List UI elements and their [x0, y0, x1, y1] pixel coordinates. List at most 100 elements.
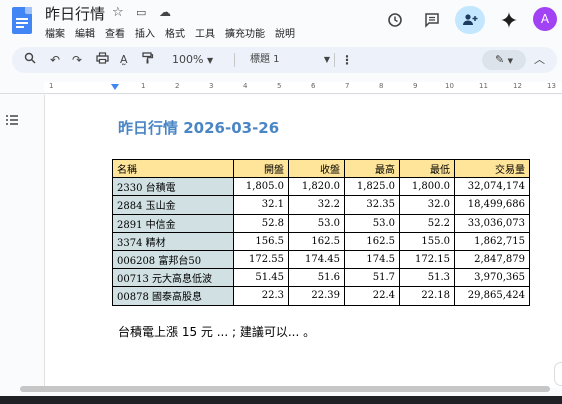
- table-cell[interactable]: 29,865,424: [454, 286, 530, 306]
- ruler-label: 1: [141, 82, 146, 90]
- menu-insert[interactable]: 插入: [135, 25, 155, 40]
- table-cell[interactable]: 32.0: [399, 195, 455, 215]
- body-paragraph[interactable]: 台積電上漲 15 元 ... ; 建議可以... 。: [118, 323, 315, 340]
- table-cell[interactable]: 172.15: [399, 249, 455, 270]
- table-cell[interactable]: 22.4: [344, 286, 400, 306]
- table-cell[interactable]: 32.1: [233, 195, 289, 215]
- ruler-label: 12: [513, 82, 522, 90]
- table-cell[interactable]: 32,074,174: [454, 177, 530, 197]
- menu-tools[interactable]: 工具: [195, 25, 215, 40]
- table-cell[interactable]: 2884 玉山金: [112, 195, 234, 215]
- table-cell[interactable]: 3374 精材: [112, 231, 234, 251]
- document-page[interactable]: 昨日行情 2026-03-26 名稱 開盤 收盤 最高 最低 交易量 2330 …: [44, 95, 562, 388]
- table-row: 006208 富邦台50 172.55 174.45 174.5 172.15 …: [112, 249, 530, 270]
- table-cell[interactable]: 53.0: [344, 213, 400, 233]
- undo-icon[interactable]: ↶: [50, 51, 60, 69]
- table-cell[interactable]: 2,847,879: [454, 249, 530, 270]
- redo-icon[interactable]: ↷: [72, 51, 82, 69]
- table-cell[interactable]: 1,825.0: [344, 177, 400, 197]
- table-row: 00878 國泰高股息 22.3 22.39 22.4 22.18 29,865…: [112, 286, 530, 306]
- menu-extensions[interactable]: 擴充功能: [225, 25, 265, 40]
- docs-logo-icon[interactable]: [12, 7, 32, 34]
- ruler-label: 13: [547, 82, 556, 90]
- table-cell[interactable]: 22.3: [233, 286, 289, 306]
- zoom-select[interactable]: 100% ▼: [172, 51, 213, 70]
- table-cell[interactable]: 22.39: [288, 286, 345, 306]
- hide-menus-chevron-up-icon[interactable]: ︿: [534, 51, 545, 69]
- comments-icon[interactable]: [418, 6, 446, 34]
- document-outline-icon[interactable]: [3, 111, 21, 129]
- version-history-icon[interactable]: [381, 6, 409, 34]
- ruler-label: 1: [49, 82, 54, 90]
- table-cell[interactable]: 156.5: [233, 231, 289, 251]
- table-header-cell[interactable]: 交易量: [454, 158, 530, 179]
- document-heading[interactable]: 昨日行情 2026-03-26: [118, 117, 279, 138]
- table-cell[interactable]: 162.5: [288, 231, 345, 251]
- table-cell[interactable]: 00713 元大高息低波: [112, 268, 234, 288]
- spellcheck-icon[interactable]: A̰: [120, 51, 128, 69]
- formatting-toolbar: ↶ ↷ A̰ 100% ▼ 標題 1 ▼ ⋮ ✎ ▼ ︿: [12, 47, 557, 73]
- cloud-status-icon[interactable]: ☁: [159, 5, 171, 19]
- document-title[interactable]: 昨日行情: [45, 3, 105, 24]
- table-cell[interactable]: 51.7: [344, 268, 400, 288]
- table-cell[interactable]: 174.5: [344, 249, 400, 270]
- gemini-icon[interactable]: [495, 6, 523, 34]
- table-cell[interactable]: 22.18: [399, 286, 455, 306]
- menu-view[interactable]: 查看: [105, 25, 125, 40]
- table-header-cell[interactable]: 開盤: [233, 158, 289, 179]
- table-cell[interactable]: 172.55: [233, 249, 289, 270]
- toolbar-divider: [334, 53, 335, 67]
- menu-format[interactable]: 格式: [165, 25, 185, 40]
- table-cell[interactable]: 51.3: [399, 268, 455, 288]
- menu-file[interactable]: 檔案: [45, 25, 65, 40]
- table-header-cell[interactable]: 最高: [344, 158, 400, 179]
- paragraph-style-value: 標題 1: [250, 54, 280, 65]
- side-panel-handle[interactable]: [554, 362, 562, 386]
- table-cell[interactable]: 52.2: [399, 213, 455, 233]
- table-cell[interactable]: 006208 富邦台50: [112, 249, 234, 270]
- bottom-strip: [0, 396, 562, 404]
- menu-help[interactable]: 說明: [275, 25, 295, 40]
- table-cell[interactable]: 33,036,073: [454, 213, 530, 233]
- table-header-row: 名稱 開盤 收盤 最高 最低 交易量: [112, 158, 530, 179]
- table-cell[interactable]: 2891 中信金: [112, 213, 234, 233]
- ruler-label: 6: [311, 82, 316, 90]
- table-cell[interactable]: 1,800.0: [399, 177, 455, 197]
- table-cell[interactable]: 162.5: [344, 231, 400, 251]
- move-to-folder-icon[interactable]: ▭: [136, 6, 146, 19]
- table-cell[interactable]: 1,820.0: [288, 177, 345, 197]
- table-cell[interactable]: 53.0: [288, 213, 345, 233]
- table-cell[interactable]: 155.0: [399, 231, 455, 251]
- table-header-cell[interactable]: 名稱: [112, 158, 234, 179]
- editing-mode-button[interactable]: ✎ ▼: [482, 50, 526, 70]
- horizontal-ruler[interactable]: 1 1 2 3 4 5 6 7 8 9 10 11 12 13: [0, 80, 562, 94]
- table-cell[interactable]: 18,499,686: [454, 195, 530, 215]
- title-bar: 昨日行情 ☆ ▭ ☁ 檔案 編輯 查看 插入 格式 工具 擴充功能 說明 A: [0, 0, 562, 42]
- horizontal-scrollbar[interactable]: [20, 386, 550, 392]
- table-cell[interactable]: 51.6: [288, 268, 345, 288]
- table-cell[interactable]: 2330 台積電: [112, 177, 234, 197]
- table-cell[interactable]: 1,862,715: [454, 231, 530, 251]
- table-cell[interactable]: 32.35: [344, 195, 400, 215]
- table-header-cell[interactable]: 最低: [399, 158, 455, 179]
- more-options-icon[interactable]: ⋮: [341, 51, 353, 69]
- table-cell[interactable]: 00878 國泰高股息: [112, 286, 234, 306]
- stock-table[interactable]: 名稱 開盤 收盤 最高 最低 交易量 2330 台積電 1,805.0 1,82…: [112, 158, 530, 306]
- star-icon[interactable]: ☆: [112, 5, 124, 20]
- menu-edit[interactable]: 編輯: [75, 25, 95, 40]
- paragraph-style-select[interactable]: 標題 1 ▼: [250, 51, 330, 69]
- table-cell[interactable]: 32.2: [288, 195, 345, 215]
- table-cell[interactable]: 52.8: [233, 213, 289, 233]
- table-cell[interactable]: 1,805.0: [233, 177, 289, 197]
- ruler-label: 3: [209, 82, 214, 90]
- table-cell[interactable]: 174.45: [288, 249, 345, 270]
- pencil-icon: ✎: [494, 53, 505, 66]
- table-header-cell[interactable]: 收盤: [288, 158, 345, 179]
- paint-format-icon[interactable]: [142, 51, 154, 69]
- account-avatar[interactable]: A: [533, 7, 557, 31]
- table-cell[interactable]: 3,970,365: [454, 268, 530, 288]
- search-menus-icon[interactable]: [24, 51, 36, 69]
- share-icon[interactable]: [455, 6, 485, 34]
- print-icon[interactable]: [96, 51, 109, 69]
- table-cell[interactable]: 51.45: [233, 268, 289, 288]
